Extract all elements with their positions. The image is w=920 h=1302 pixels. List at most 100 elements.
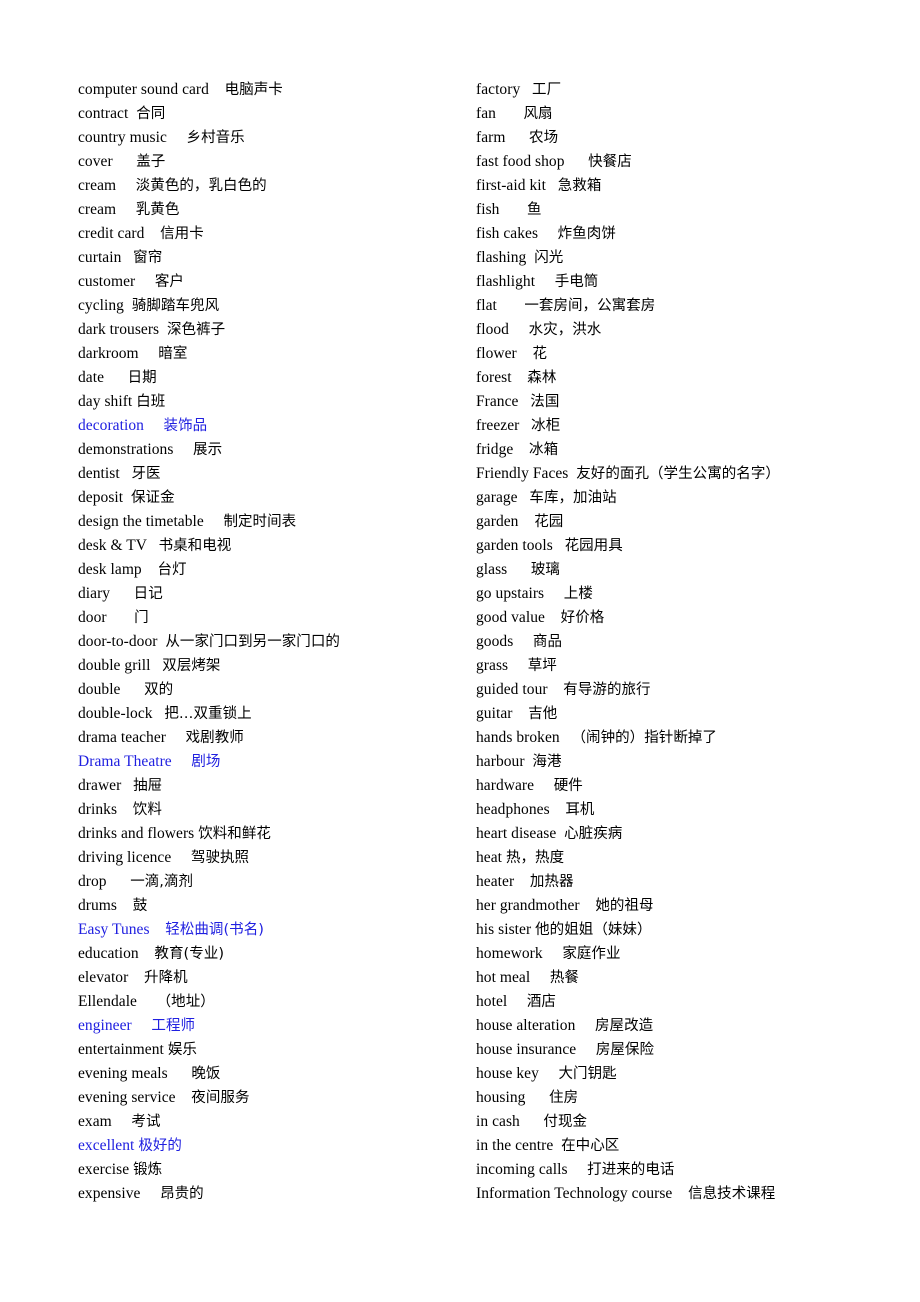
entry-gloss: 展示 bbox=[193, 442, 223, 458]
entry-term: house key bbox=[476, 1065, 539, 1082]
entry-gap bbox=[104, 369, 128, 386]
entry-gap bbox=[538, 225, 558, 242]
entry-term: factory bbox=[476, 81, 521, 98]
entry-gloss: 农场 bbox=[529, 130, 559, 146]
entry-term: house alteration bbox=[476, 1017, 576, 1034]
entry-gloss: 付现金 bbox=[543, 1114, 588, 1130]
glossary-entry: diary 日记 bbox=[78, 582, 399, 606]
entry-gap bbox=[496, 105, 523, 122]
entry-gloss: 客户 bbox=[154, 274, 184, 290]
entry-gap bbox=[499, 201, 526, 218]
entry-gloss: 升降机 bbox=[144, 970, 188, 986]
glossary-entry: garden 花园 bbox=[476, 510, 920, 534]
entry-term: dark trousers bbox=[78, 321, 160, 338]
entry-term: guitar bbox=[476, 705, 513, 722]
glossary-entry: fridge 冰箱 bbox=[476, 438, 920, 462]
entry-gap bbox=[556, 825, 564, 842]
entry-gap bbox=[560, 729, 572, 746]
glossary-entry: hardware 硬件 bbox=[476, 774, 920, 798]
entry-term: harbour bbox=[476, 753, 525, 770]
entry-gloss: 吉他 bbox=[528, 706, 558, 722]
entry-term: France bbox=[476, 393, 519, 410]
glossary-entry: desk lamp 台灯 bbox=[78, 558, 399, 582]
glossary-entry: house alteration 房屋改造 bbox=[476, 1014, 920, 1038]
entry-gap bbox=[520, 81, 532, 98]
entry-term: decoration bbox=[78, 417, 144, 434]
entry-gap bbox=[535, 273, 555, 290]
glossary-entry: cycling 骑脚踏车兜风 bbox=[78, 294, 399, 318]
entry-gap bbox=[565, 153, 589, 170]
glossary-entry: his sister 他的姐姐（妹妹） bbox=[476, 918, 920, 942]
glossary-entry: evening meals 晚饭 bbox=[78, 1062, 399, 1086]
entry-gap bbox=[144, 417, 164, 434]
entry-gap bbox=[151, 657, 163, 674]
glossary-entry: Drama Theatre 剧场 bbox=[78, 750, 399, 774]
entry-gloss: 鼓 bbox=[132, 898, 148, 914]
glossary-entry: good value 好价格 bbox=[476, 606, 920, 630]
entry-gloss: 酒店 bbox=[526, 994, 556, 1010]
glossary-entry: hot meal 热餐 bbox=[476, 966, 920, 990]
entry-term: desk lamp bbox=[78, 561, 142, 578]
glossary-entry: her grandmother 她的祖母 bbox=[476, 894, 920, 918]
entry-gap bbox=[553, 1137, 561, 1154]
entry-term: housing bbox=[476, 1089, 526, 1106]
glossary-entry: entertainment 娱乐 bbox=[78, 1038, 399, 1062]
entry-gap bbox=[509, 321, 529, 338]
entry-gap bbox=[518, 489, 530, 506]
glossary-entry: headphones 耳机 bbox=[476, 798, 920, 822]
entry-gloss: 法国 bbox=[530, 394, 560, 410]
glossary-entry: credit card 信用卡 bbox=[78, 222, 399, 246]
entry-gloss: 家庭作业 bbox=[562, 946, 621, 962]
entry-gloss: 手电筒 bbox=[554, 274, 599, 290]
entry-gloss: 花园 bbox=[534, 514, 564, 530]
entry-gap bbox=[159, 321, 167, 338]
glossary-entry: driving licence 驾驶执照 bbox=[78, 846, 399, 870]
glossary-entry: hands broken （闹钟的）指针断掉了 bbox=[476, 726, 920, 750]
entry-term: flashing bbox=[476, 249, 527, 266]
entry-gloss: 加热器 bbox=[529, 874, 574, 890]
glossary-entry: go upstairs 上楼 bbox=[476, 582, 920, 606]
entry-gloss: 草坪 bbox=[527, 658, 557, 674]
entry-gloss: 一滴,滴剂 bbox=[130, 874, 194, 890]
glossary-entry: freezer 冰柜 bbox=[476, 414, 920, 438]
glossary-entry: date 日期 bbox=[78, 366, 399, 390]
entry-term: grass bbox=[476, 657, 509, 674]
entry-gap bbox=[112, 1113, 132, 1130]
glossary-entry: expensive 昂贵的 bbox=[78, 1182, 399, 1206]
glossary-entry: Ellendale （地址） bbox=[78, 990, 399, 1014]
entry-term: flashlight bbox=[476, 273, 536, 290]
entry-gap bbox=[140, 1185, 160, 1202]
entry-term: education bbox=[78, 945, 139, 962]
entry-gloss: 窗帘 bbox=[133, 250, 163, 266]
entry-gloss: 心脏疾病 bbox=[564, 826, 623, 842]
glossary-entry: customer 客户 bbox=[78, 270, 399, 294]
glossary-entry: cream 淡黄色的，乳白色的 bbox=[78, 174, 399, 198]
entry-term: garage bbox=[476, 489, 518, 506]
glossary-entry: heat 热，热度 bbox=[476, 846, 920, 870]
glossary-entry: drinks and flowers 饮料和鲜花 bbox=[78, 822, 399, 846]
entry-term: Drama Theatre bbox=[78, 753, 172, 770]
entry-term: garden tools bbox=[476, 537, 553, 554]
glossary-entry: glass 玻璃 bbox=[476, 558, 920, 582]
entry-gloss: 保证金 bbox=[130, 490, 175, 506]
entry-gap bbox=[576, 1041, 596, 1058]
entry-gloss: 炸鱼肉饼 bbox=[557, 226, 616, 242]
entry-term: double-lock bbox=[78, 705, 153, 722]
entry-term: date bbox=[78, 369, 105, 386]
entry-term: dentist bbox=[78, 465, 120, 482]
entry-gloss: 书桌和电视 bbox=[158, 538, 232, 554]
glossary-entry: house key 大门钥匙 bbox=[476, 1062, 920, 1086]
entry-term: in the centre bbox=[476, 1137, 554, 1154]
entry-gap bbox=[107, 873, 131, 890]
glossary-entry: fish 鱼 bbox=[476, 198, 920, 222]
entry-gap bbox=[209, 81, 225, 98]
entry-term: diary bbox=[78, 585, 111, 602]
entry-gloss: 暗室 bbox=[158, 346, 188, 362]
entry-gloss: 考试 bbox=[131, 1114, 161, 1130]
glossary-entry: double-lock 把…双重锁上 bbox=[78, 702, 399, 726]
entry-gap bbox=[550, 801, 566, 818]
entry-term: expensive bbox=[78, 1185, 141, 1202]
glossary-entry: country music 乡村音乐 bbox=[78, 126, 399, 150]
glossary-entry: dark trousers 深色裤子 bbox=[78, 318, 399, 342]
entry-gloss: 硬件 bbox=[553, 778, 583, 794]
